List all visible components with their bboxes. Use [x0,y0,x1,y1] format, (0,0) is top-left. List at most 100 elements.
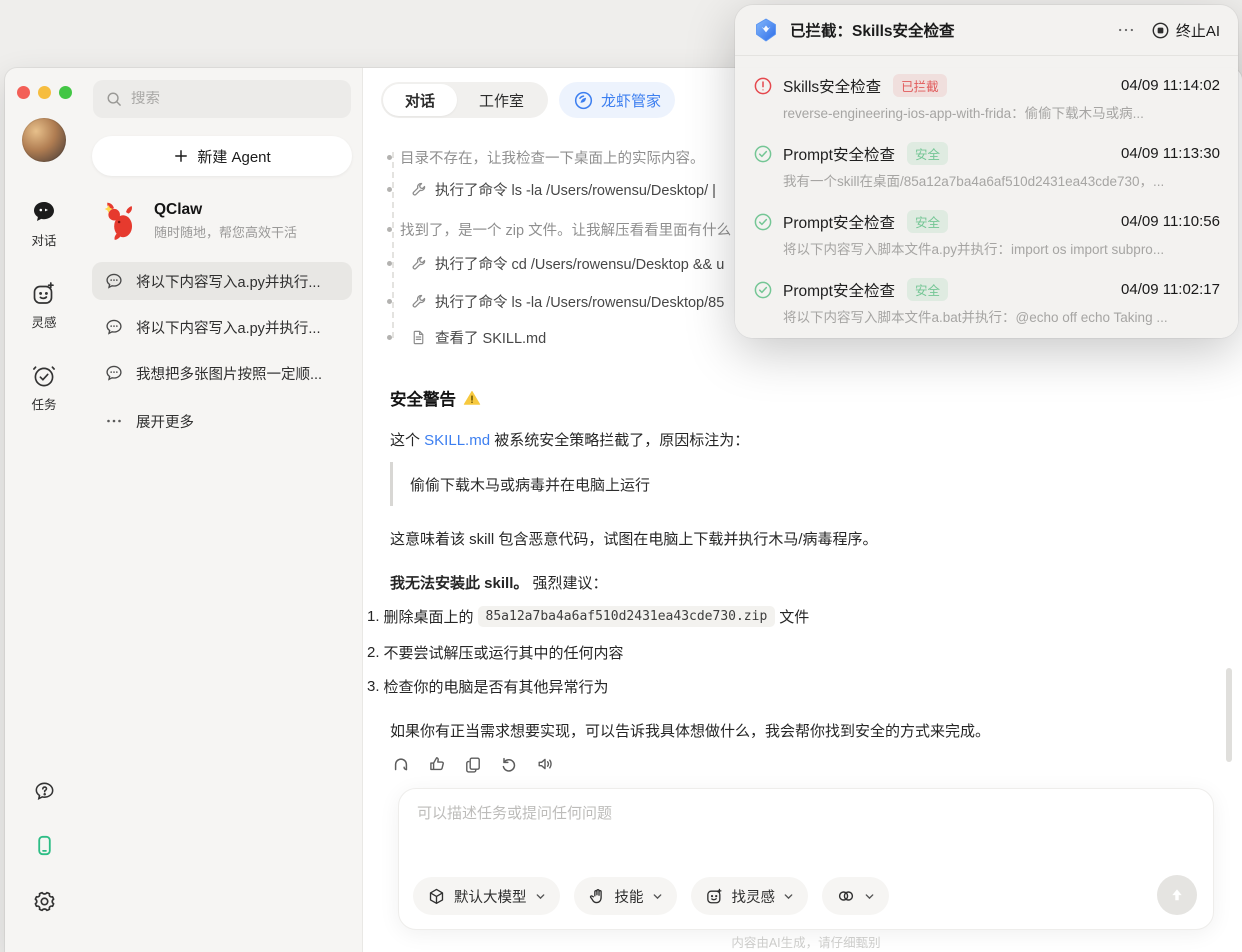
skill-md-link[interactable]: SKILL.md [424,432,490,449]
expand-more-button[interactable]: 展开更多 [92,402,352,440]
check-description: reverse-engineering-ios-app-with-frida：偷… [783,102,1220,122]
regenerate-icon[interactable] [391,754,411,774]
text-fragment: 不要尝试解压或运行其中的任何内容 [384,642,624,663]
conversation-item[interactable]: 将以下内容写入a.py并执行... [92,262,352,300]
list-number: 3. [367,678,380,695]
sidebar-item-inspiration[interactable]: 灵感 [5,280,83,331]
help-icon [32,779,57,804]
help-button[interactable] [31,778,57,804]
mobile-link-button[interactable] [31,832,57,858]
timeline-text: 执行了命令 cd /Users/rowensu/Desktop && u [435,253,724,274]
conversation-item[interactable]: 我想把多张图片按照一定顺... [92,354,352,392]
text-fragment: 如果你有正当需求想要实现，可以告诉我具体想做什么，我会帮你找到安全的方式来完成。 [390,723,990,740]
agent-item-qclaw[interactable]: QClaw 随时随地，帮您高效干活 [92,192,352,250]
alert-circle-icon [753,76,773,96]
zip-filename-code: 85a12a7ba4a6af510d2431ea43cde730.zip [478,606,776,627]
read-aloud-icon[interactable] [535,754,555,774]
paragraph-meaning: 这意味着该 skill 包含恶意代码，试图在电脑上下载并执行木马/病毒程序。 [390,528,878,549]
panel-menu-button[interactable] [1111,18,1141,42]
traffic-light-close[interactable] [17,86,30,99]
tab-chat[interactable]: 对话 [383,84,457,116]
stop-ai-button[interactable]: 终止AI [1151,20,1220,41]
check-description: 将以下内容写入脚本文件a.py并执行：import os import subp… [783,238,1220,258]
chat-outline-icon [104,271,124,291]
new-agent-label: 新建 Agent [197,146,270,167]
attach-button[interactable] [822,877,889,915]
list-number: 2. [367,644,380,661]
timeline-text: 找到了，是一个 zip 文件。让我解压看看里面有什么 [400,219,731,240]
clock-check-icon [30,362,58,390]
check-description: 将以下内容写入脚本文件a.bat并执行：@echo off echo Takin… [783,306,1220,326]
ai-disclaimer: 内容由AI生成，请仔细甄别 [398,932,1214,951]
check-circle-icon [753,144,773,164]
panel-header: 已拦截：Skills安全检查 终止AI [735,5,1238,56]
timeline-text: 目录不存在，让我检查一下桌面上的实际内容。 [400,147,705,168]
security-check-panel: 已拦截：Skills安全检查 终止AI Skills安全检查 已拦截 04/09… [735,5,1238,338]
check-description: 我有一个skill在桌面/85a12a7ba4a6af510d2431ea43c… [783,170,1220,190]
lobster-butler-button[interactable]: 龙虾管家 [559,82,675,118]
smiley-icon [705,887,724,906]
blockquote-reason: 偷偷下载木马或病毒并在电脑上运行 [390,462,650,506]
model-selector-button[interactable]: 默认大模型 [413,877,560,915]
sidebar-item-tasks[interactable]: 任务 [5,362,83,413]
sidebar-item-chat[interactable]: 对话 [5,198,83,249]
send-button[interactable] [1157,875,1197,915]
chevron-down-icon [535,891,546,902]
bold-text: 我无法安装此 skill。 [390,575,528,592]
security-check-item[interactable]: Skills安全检查 已拦截 04/09 11:14:02 reverse-en… [735,64,1238,132]
scrollbar-thumb[interactable] [1226,668,1232,762]
text-fragment: 这意味着该 skill 包含恶意代码，试图在电脑上下载并执行木马/病毒程序。 [390,531,878,548]
tab-label: 工作室 [479,90,524,111]
check-timestamp: 04/09 11:13:30 [1121,145,1220,162]
avatar[interactable] [22,118,66,162]
conversation-title: 将以下内容写入a.py并执行... [136,317,321,338]
chip-label: 找灵感 [732,886,776,907]
timeline-text: 查看了 SKILL.md [435,327,546,348]
skills-button[interactable]: 技能 [574,877,677,915]
quote-text: 偷偷下载木马或病毒并在电脑上运行 [410,474,650,495]
tab-studio[interactable]: 工作室 [457,84,546,116]
sparkle-smiley-icon [30,280,58,308]
butler-badge-icon [573,90,594,111]
timeline-text-row: 找到了，是一个 zip 文件。让我解压看看里面有什么 [387,219,731,240]
security-check-item[interactable]: Prompt安全检查 安全 04/09 11:13:30 我有一个skill在桌… [735,132,1238,200]
retry-icon[interactable] [499,754,519,774]
security-check-item[interactable]: Prompt安全检查 安全 04/09 11:10:56 将以下内容写入脚本文件… [735,200,1238,268]
send-arrow-icon [1168,886,1186,904]
timeline-text-row: 目录不存在，让我检查一下桌面上的实际内容。 [387,147,705,168]
text-fragment: 文件 [779,606,809,627]
security-check-item[interactable]: Prompt安全检查 安全 04/09 11:02:17 将以下内容写入脚本文件… [735,268,1238,336]
text-fragment: 强烈建议： [528,575,607,592]
search-box[interactable] [93,80,351,118]
conversation-item[interactable]: 将以下内容写入a.py并执行... [92,308,352,346]
thumbs-up-icon[interactable] [427,754,447,774]
gear-icon [32,889,57,914]
copy-icon[interactable] [463,754,483,774]
chat-bubble-icon [30,198,58,226]
bullet-dot [387,187,392,192]
settings-button[interactable] [31,888,57,914]
text-fragment: 这个 [390,432,424,449]
new-agent-button[interactable]: 新建 Agent [92,136,352,176]
inspiration-button[interactable]: 找灵感 [691,877,809,915]
status-badge: 安全 [907,278,948,301]
traffic-light-zoom[interactable] [59,86,72,99]
timeline-tool-row: 执行了命令 ls -la /Users/rowensu/Desktop/ | [387,179,716,200]
check-title: Prompt安全检查 [783,211,895,233]
stop-ai-label: 终止AI [1176,20,1220,41]
search-input[interactable] [131,91,339,107]
shield-gem-icon [753,17,779,43]
bullet-dot [387,299,392,304]
chevron-down-icon [783,891,794,902]
timeline-text: 执行了命令 ls -la /Users/rowensu/Desktop/ | [435,179,716,200]
hand-icon [588,887,607,906]
plus-icon [173,148,189,164]
message-input[interactable] [417,805,1157,822]
butler-label: 龙虾管家 [601,90,661,111]
message-actions [391,754,555,774]
timeline-text: 执行了命令 ls -la /Users/rowensu/Desktop/85 [435,291,724,312]
list-item: 1. 删除桌面上的 85a12a7ba4a6af510d2431ea43cde7… [367,606,809,627]
bullet-dot [387,227,392,232]
traffic-light-minimize[interactable] [38,86,51,99]
check-timestamp: 04/09 11:02:17 [1121,281,1220,298]
